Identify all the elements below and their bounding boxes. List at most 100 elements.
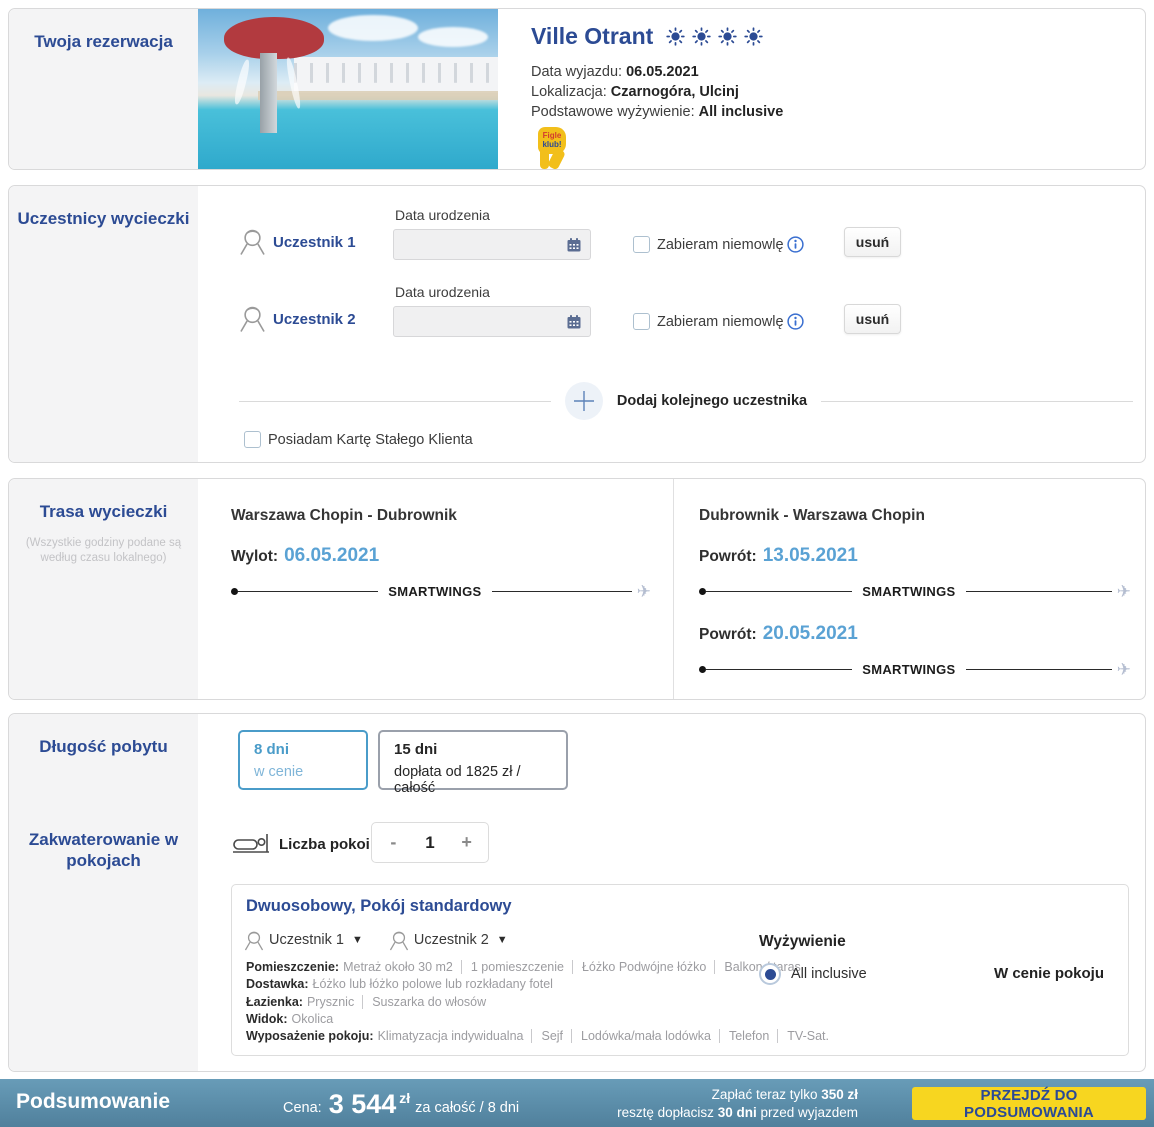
- sun-icon: [744, 27, 763, 46]
- feature-value: Metraż około 30 m2: [343, 960, 453, 974]
- origin-dot: [231, 588, 238, 595]
- info-icon[interactable]: [787, 313, 804, 330]
- section-title-route: Trasa wycieczki: [9, 501, 198, 522]
- price-currency: zł: [399, 1090, 410, 1106]
- rooms-count-stepper[interactable]: - 1 +: [371, 822, 489, 863]
- reservation-card: Twoja rezerwacja Ville Otrant Data wyjaz…: [8, 8, 1146, 170]
- loyalty-card-checkbox[interactable]: [244, 431, 261, 448]
- room-feature: Dostawka:Łóżko lub łóżko polowe lub rozk…: [246, 976, 829, 993]
- section-title-stay-length: Długość pobytu: [9, 736, 198, 757]
- feature-value: Klimatyzacja indywidualna: [378, 1029, 524, 1043]
- plus-icon[interactable]: [565, 382, 603, 420]
- sun-icon: [718, 27, 737, 46]
- plane-icon: ✈: [637, 583, 651, 600]
- room-feature: Pomieszczenie:Metraż około 30 m21 pomies…: [246, 959, 829, 976]
- reservation-sidebar: Twoja rezerwacja: [9, 9, 198, 169]
- summary-bar: Podsumowanie Cena: 3 544 zł za całość / …: [0, 1079, 1154, 1127]
- board-option-row[interactable]: All inclusive: [759, 963, 867, 985]
- column-divider: [673, 479, 674, 699]
- go-to-summary-button[interactable]: PRZEJDŹ DO PODSUMOWANIA: [912, 1087, 1146, 1120]
- feature-value: Prysznic: [307, 995, 354, 1009]
- infant-label[interactable]: Zabieram niemowlę: [657, 237, 784, 253]
- infant-label[interactable]: Zabieram niemowlę: [657, 314, 784, 330]
- feature-value: Suszarka do włosów: [362, 995, 486, 1009]
- occupant-dropdown[interactable]: Uczestnik 2 ▼: [389, 929, 508, 951]
- hotel-title-row: Ville Otrant: [531, 23, 763, 50]
- board-option-label[interactable]: All inclusive: [791, 966, 867, 982]
- infant-checkbox[interactable]: [633, 313, 650, 330]
- participant-name: Uczestnik 2: [273, 311, 356, 328]
- origin-dot: [699, 666, 706, 673]
- flight-line-segment: [966, 591, 1112, 592]
- calendar-icon[interactable]: [566, 237, 582, 253]
- carrier-label: SMARTWINGS: [378, 584, 491, 599]
- flight-line: SMARTWINGS ✈: [699, 583, 1131, 599]
- pay-now-line: Zapłać teraz tylko 350 zł: [617, 1086, 858, 1104]
- radio-dot: [765, 969, 776, 980]
- stay-option-title: 15 dni: [394, 741, 552, 758]
- calendar-icon[interactable]: [566, 314, 582, 330]
- minus-button[interactable]: -: [372, 831, 415, 854]
- room-features: Pomieszczenie:Metraż około 30 m21 pomies…: [246, 959, 829, 1045]
- photo-cloud: [418, 27, 488, 47]
- pay-text: przed wyjazdem: [757, 1105, 858, 1120]
- figloklub-badge-icon: Figle klub!: [538, 127, 568, 171]
- feature-value: Okolica: [292, 1012, 334, 1026]
- hotel-name: Ville Otrant: [531, 23, 653, 50]
- pay-text: resztę dopłacisz: [617, 1105, 718, 1120]
- birth-date-input[interactable]: [393, 306, 591, 337]
- detail-location: Lokalizacja: Czarnogóra, Ulcinj: [531, 84, 739, 100]
- feature-value: Łóżko Podwójne łóżko: [572, 960, 706, 974]
- flight-date: 13.05.2021: [763, 545, 858, 566]
- detail-label: Lokalizacja:: [531, 84, 607, 100]
- room-feature: Widok:Okolica: [246, 1011, 829, 1028]
- badge-text: Figle: [538, 131, 566, 140]
- pay-deadline: 30 dni: [718, 1105, 757, 1120]
- board-price: W cenie pokoju: [994, 965, 1104, 982]
- birth-date-input[interactable]: [393, 229, 591, 260]
- route-sidebar: Trasa wycieczki (Wszystkie godziny podan…: [9, 479, 198, 699]
- stay-option-title: 8 dni: [254, 741, 352, 758]
- detail-departure: Data wyjazdu: 06.05.2021: [531, 64, 699, 80]
- feature-label: Dostawka:: [246, 977, 309, 991]
- person-icon: [239, 226, 266, 256]
- remove-participant-button[interactable]: usuń: [844, 227, 901, 257]
- flight-line-segment: [706, 591, 852, 592]
- section-title-rooms: Zakwaterowanie w pokojach: [24, 829, 184, 871]
- photo-fountain-stem: [260, 53, 277, 133]
- add-participant-row[interactable]: Dodaj kolejnego uczestnika: [239, 381, 1133, 421]
- carrier-label: SMARTWINGS: [852, 662, 965, 677]
- stay-option-8-days[interactable]: 8 dni w cenie: [238, 730, 368, 790]
- bed-icon: [231, 828, 271, 856]
- loyalty-card-label[interactable]: Posiadam Kartę Stałego Klienta: [268, 432, 473, 448]
- plane-icon: ✈: [1117, 583, 1131, 600]
- stay-option-15-days[interactable]: 15 dni dopłata od 1825 zł / całość: [378, 730, 568, 790]
- occupant-dropdown[interactable]: Uczestnik 1 ▼: [244, 929, 363, 951]
- chevron-down-icon: ▼: [497, 934, 508, 946]
- add-participant-label[interactable]: Dodaj kolejnego uczestnika: [617, 393, 807, 409]
- room-feature: Łazienka:PrysznicSuszarka do włosów: [246, 994, 829, 1011]
- inbound-title: Dubrownik - Warszawa Chopin: [699, 507, 925, 525]
- feature-value: 1 pomieszczenie: [461, 960, 564, 974]
- board-title: Wyżywienie: [759, 933, 846, 951]
- infant-checkbox[interactable]: [633, 236, 650, 253]
- flight-line-segment: [492, 591, 632, 592]
- info-icon[interactable]: [787, 236, 804, 253]
- remove-participant-button[interactable]: usuń: [844, 304, 901, 334]
- feature-label: Wyposażenie pokoju:: [246, 1029, 374, 1043]
- flight-line-segment: [966, 669, 1112, 670]
- photo-splash: [233, 59, 252, 106]
- flight-line-segment: [706, 669, 852, 670]
- plus-button[interactable]: +: [445, 831, 488, 854]
- feature-value: Telefon: [719, 1029, 769, 1043]
- radio-selected-icon[interactable]: [759, 963, 781, 985]
- stay-sidebar: Długość pobytu Zakwaterowanie w pokojach: [9, 714, 198, 1071]
- occupant-name: Uczestnik 1: [269, 932, 344, 948]
- sun-icon: [692, 27, 711, 46]
- room-feature: Wyposażenie pokoju: Klimatyzacja indywidu…: [246, 1028, 829, 1045]
- flight-date: 20.05.2021: [763, 623, 858, 644]
- flight-line: SMARTWINGS ✈: [231, 583, 651, 599]
- participant-name: Uczestnik 1: [273, 234, 356, 251]
- room-occupants: Uczestnik 1 ▼ Uczestnik 2 ▼: [244, 929, 508, 951]
- divider-line: [821, 401, 1133, 402]
